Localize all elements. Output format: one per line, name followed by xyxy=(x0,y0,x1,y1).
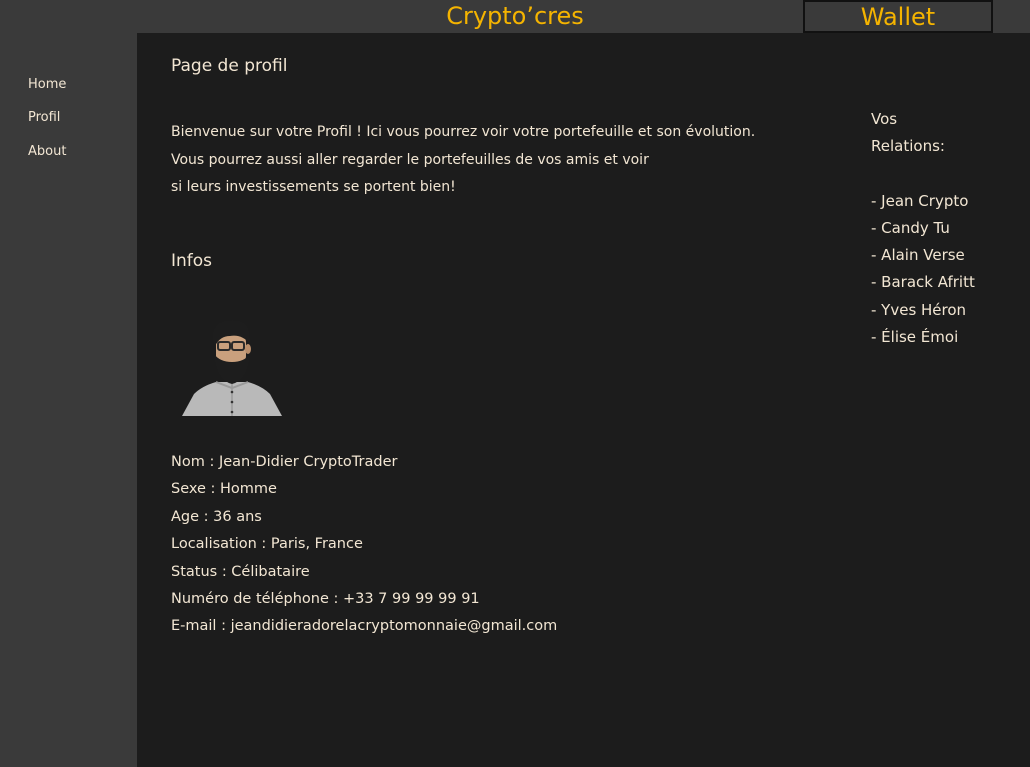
relations-heading-line: Relations: xyxy=(871,137,945,156)
relation-item[interactable]: - Élise Émoi xyxy=(871,324,975,351)
intro-line: si leurs investissements se portent bien… xyxy=(171,179,456,195)
detail-phone: Numéro de téléphone : +33 7 99 99 99 91 xyxy=(171,591,480,608)
intro-line: Bienvenue sur votre Profil ! Ici vous po… xyxy=(171,124,756,140)
sidebar-item-profil[interactable]: Profil xyxy=(28,110,60,125)
detail-sex: Sexe : Homme xyxy=(171,481,277,498)
top-bar: Crypto’cres Wallet xyxy=(0,0,1030,33)
relation-item[interactable]: - Barack Afritt xyxy=(871,269,975,296)
page-title: Page de profil xyxy=(171,56,288,76)
intro-text: Bienvenue sur votre Profil ! Ici vous po… xyxy=(171,119,755,202)
avatar xyxy=(182,320,282,416)
detail-name: Nom : Jean-Didier CryptoTrader xyxy=(171,454,398,470)
detail-location: Localisation : Paris, France xyxy=(171,536,363,553)
sidebar: Home Profil About xyxy=(0,33,137,767)
relation-item[interactable]: - Alain Verse xyxy=(871,242,975,269)
sidebar-item-about[interactable]: About xyxy=(28,144,66,159)
detail-age: Age : 36 ans xyxy=(171,508,262,525)
detail-email: E-mail : jeandidieradorelacryptomonnaie@… xyxy=(171,618,558,635)
profile-details: Nom : Jean-Didier CryptoTrader Sexe : Ho… xyxy=(171,449,557,641)
intro-line: Vous pourrez aussi aller regarder le por… xyxy=(171,151,649,168)
sidebar-item-home[interactable]: Home xyxy=(28,77,66,92)
wallet-button[interactable]: Wallet xyxy=(803,0,993,33)
detail-status: Status : Célibataire xyxy=(171,563,310,580)
relations-heading-line: Vos xyxy=(871,110,898,128)
relation-item[interactable]: - Yves Héron xyxy=(871,297,975,324)
relation-item[interactable]: - Jean Crypto xyxy=(871,188,975,215)
relation-item[interactable]: - Candy Tu xyxy=(871,215,975,242)
relations-panel: Vos Relations: - Jean Crypto - Candy Tu … xyxy=(871,106,975,351)
infos-heading: Infos xyxy=(171,251,213,271)
